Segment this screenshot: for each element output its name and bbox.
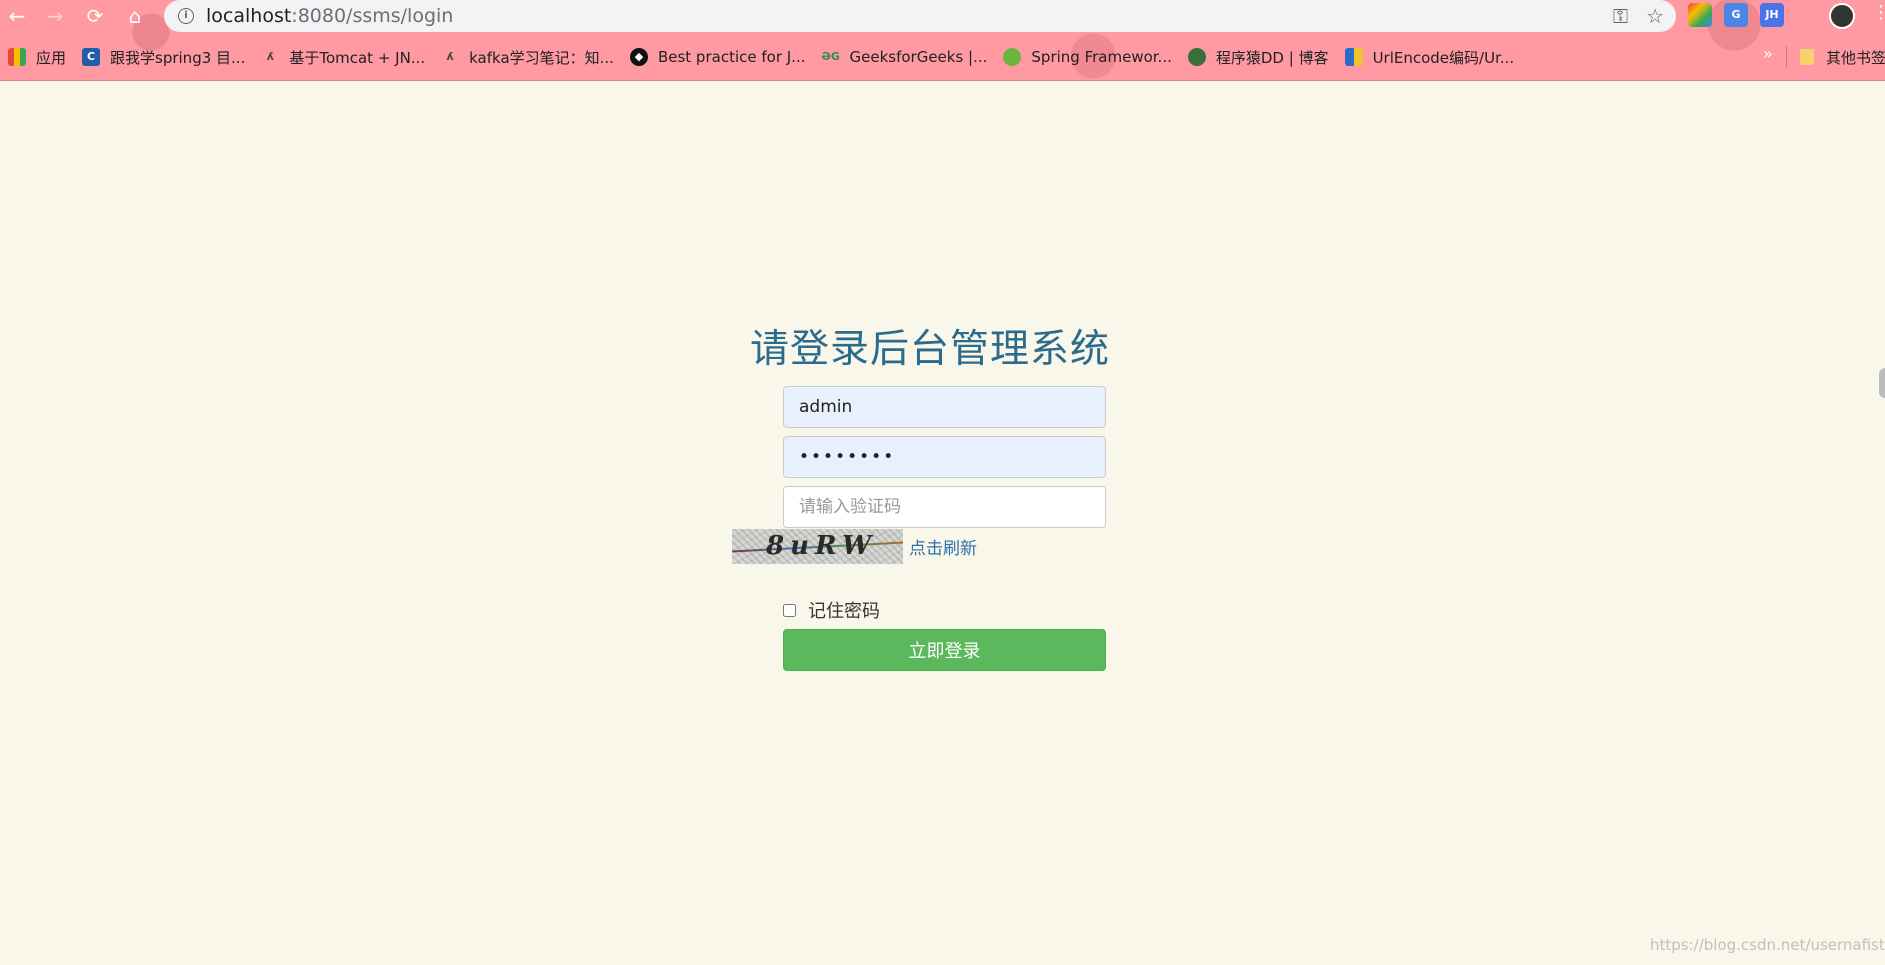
key-icon[interactable]: ⚿ [1613,4,1628,28]
login-button[interactable]: 立即登录 [783,629,1106,671]
remember-checkbox[interactable] [783,603,796,617]
url-host: localhost [206,5,292,27]
menu-icon[interactable]: ⋮ [1872,2,1885,23]
bookmark-item[interactable]: C 跟我学spring3 目... [74,42,253,72]
star-icon[interactable]: ☆ [1646,4,1664,28]
folder-icon [1800,49,1814,65]
bookmarks-divider [1786,46,1787,68]
bookmark-item[interactable]: ◆ Best practice for J... [622,42,814,72]
url-path: :8080/ssms/login [291,5,454,27]
back-icon[interactable]: ← [2,3,32,29]
apps-icon [8,48,26,66]
bookmark-item[interactable]: ƏG GeeksforGeeks |... [813,42,995,72]
home-icon[interactable]: ⌂ [120,3,150,29]
more-bookmarks-icon[interactable]: » [1763,44,1773,63]
other-bookmarks[interactable]: 其他书签 [1800,42,1885,72]
bookmark-label: UrlEncode编码/Ur... [1372,48,1515,67]
bookmarks-bar: 应用 C 跟我学spring3 目... ʎ 基于Tomcat + JN... … [0,40,1885,74]
bookmark-label: 基于Tomcat + JN... [289,48,426,67]
profile-avatar[interactable] [1829,3,1855,29]
bookmark-item[interactable]: ʎ 基于Tomcat + JN... [253,42,433,72]
captcha-image[interactable]: 8uRW [732,529,903,564]
bookmark-favicon-icon [1187,48,1206,66]
password-input[interactable] [783,436,1106,478]
extension-color-icon[interactable] [1688,3,1712,27]
bookmark-favicon-icon [1344,48,1363,66]
remember-password: 记住密码 [783,597,880,623]
translate-icon[interactable]: G [1724,3,1748,27]
bookmark-label: 跟我学spring3 目... [110,48,246,67]
bookmark-apps[interactable]: 应用 [0,42,74,72]
refresh-captcha-link[interactable]: 点击刷新 [909,534,977,559]
bookmark-label: Best practice for J... [657,48,806,66]
bookmark-favicon-icon: ʎ [446,50,454,63]
bookmark-favicon-icon: ◆ [629,48,648,66]
bookmark-item[interactable]: 程序猿DD | 博客 [1180,42,1337,72]
bookmark-label: kafka学习笔记：知... [469,48,614,67]
watermark: https://blog.csdn.net/usernafister [1650,936,1885,954]
captcha-input[interactable] [783,486,1106,528]
bookmark-favicon-icon: ʎ [266,50,274,63]
side-panel-handle[interactable] [1879,368,1885,398]
reload-icon[interactable]: ⟳ [80,3,110,29]
bookmark-label: Spring Framewor... [1031,48,1172,66]
other-bookmarks-label: 其他书签 [1826,48,1885,67]
remember-label: 记住密码 [808,601,880,622]
page-title: 请登录后台管理系统 [749,327,1110,372]
extension-jh[interactable]: JH [1760,3,1784,27]
bookmark-favicon-icon: ƏG [821,50,840,63]
bookmark-favicon-icon [1003,48,1022,66]
username-input[interactable] [783,386,1106,428]
info-icon[interactable]: i [178,8,194,24]
bookmark-label: GeeksforGeeks |... [849,48,988,66]
bookmark-item[interactable]: Spring Framewor... [995,42,1179,72]
extension-bar: G JH [1688,3,1784,27]
browser-chrome: ← → ⟳ ⌂ i localhost:8080/ssms/login ⚿ ☆ … [0,0,1885,81]
forward-icon[interactable]: → [40,3,70,29]
bookmark-favicon-icon: C [82,48,101,66]
bookmark-item[interactable]: UrlEncode编码/Ur... [1337,42,1523,72]
address-bar[interactable]: i localhost:8080/ssms/login ⚿ ☆ [164,0,1676,32]
bookmark-label: 程序猿DD | 博客 [1215,48,1329,67]
captcha-text: 8uRW [766,531,878,561]
bookmark-label: 应用 [36,48,67,67]
bookmark-item[interactable]: ʎ kafka学习笔记：知... [433,42,622,72]
